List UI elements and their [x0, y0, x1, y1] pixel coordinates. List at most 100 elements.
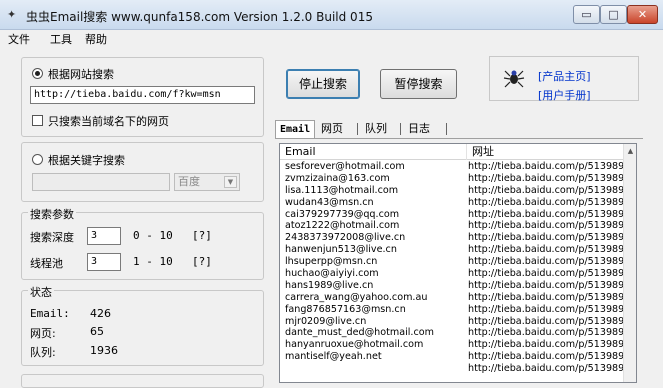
tab-email[interactable]: Email: [275, 120, 316, 138]
url-cell: http://tieba.baidu.com/p/513989: [468, 279, 624, 291]
pause-search-button[interactable]: 暂停搜索: [380, 69, 457, 99]
url-cell: http://tieba.baidu.com/p/513989: [468, 244, 624, 256]
tab-separator: [357, 123, 358, 135]
tab-log[interactable]: 日志: [404, 120, 434, 138]
status-group: 状态 Email: 426 网页: 65 队列: 1936: [21, 284, 264, 366]
email-cell: lhsuperpp@msn.cn: [285, 256, 378, 268]
column-header-url[interactable]: 网址: [467, 144, 624, 160]
menu-file[interactable]: 文件: [8, 31, 30, 47]
product-homepage-link[interactable]: [产品主页]: [538, 68, 591, 84]
threads-input[interactable]: 3: [87, 253, 121, 271]
search-params-title: 搜索参数: [28, 206, 76, 222]
tab-separator: [400, 123, 401, 135]
email-cell: hans1989@live.cn: [285, 279, 374, 291]
domain-only-label: 只搜索当前域名下的网页: [48, 115, 169, 128]
keyword-input[interactable]: [32, 173, 170, 191]
email-cell: lisa.1113@hotmail.com: [285, 184, 399, 196]
menu-help[interactable]: 帮助: [85, 31, 107, 47]
search-params-group: 搜索参数 搜索深度 3 0 - 10 [?] 线程池 3 1 - 10 [?]: [21, 206, 264, 280]
table-row[interactable]: 2438373972008@live.cn http://tieba.baidu.…: [280, 232, 624, 244]
threads-range: 1 - 10: [133, 255, 173, 268]
column-header-email[interactable]: Email: [280, 144, 467, 160]
search-engine-value: 百度: [178, 175, 200, 188]
bug-icon[interactable]: ✦: [7, 8, 21, 21]
email-count-label: Email:: [30, 307, 70, 320]
table-row[interactable]: lisa.1113@hotmail.com http://tieba.baidu.…: [280, 185, 624, 197]
email-cell: sesforever@hotmail.com: [285, 161, 405, 172]
title-bar: ✦ 虫虫Email搜索 www.qunfa158.com Version 1.2…: [0, 0, 663, 30]
url-cell: http://tieba.baidu.com/p/513989: [468, 256, 624, 268]
tab-webpages[interactable]: 网页: [317, 120, 347, 138]
depth-input[interactable]: 3: [87, 227, 121, 245]
url-cell: http://tieba.baidu.com/p/513989: [468, 268, 624, 280]
tab-underline: [275, 138, 643, 139]
website-search-radio[interactable]: [32, 68, 43, 79]
email-cell: cai379297739@qq.com: [285, 208, 400, 220]
table-row[interactable]: wudan43@msn.cn http://tieba.baidu.com/p/5…: [280, 197, 624, 209]
keyword-search-group: 根据关键字搜索 百度 ▼: [21, 142, 264, 202]
email-cell: wudan43@msn.cn: [285, 196, 374, 208]
stop-search-button[interactable]: 停止搜索: [286, 69, 360, 99]
search-engine-select[interactable]: 百度 ▼: [174, 173, 240, 191]
threads-help-link[interactable]: [?]: [192, 255, 212, 268]
table-row[interactable]: hanwenjun513@live.cn http://tieba.baidu.c…: [280, 244, 624, 256]
window-title: 虫虫Email搜索 www.qunfa158.com Version 1.2.0…: [26, 10, 373, 24]
bottom-group: [21, 374, 264, 388]
status-title: 状态: [28, 284, 54, 300]
email-cell: carrera_wang@yahoo.com.au: [285, 291, 428, 303]
website-search-group: 根据网站搜索 http://tieba.baidu.com/f?kw=msn 只…: [21, 57, 264, 137]
email-cell: zvmzizaina@163.com: [285, 172, 390, 184]
table-row[interactable]: hans1989@live.cn http://tieba.baidu.com/p…: [280, 280, 624, 292]
menu-bar: 文件 工具 帮助: [0, 30, 663, 46]
website-search-label: 根据网站搜索: [48, 68, 114, 81]
keyword-search-label: 根据关键字搜索: [48, 154, 125, 167]
email-cell: huchao@aiyiyi.com: [285, 268, 379, 280]
url-cell: http://tieba.baidu.com/p/513989: [468, 291, 624, 303]
email-count-value: 426: [90, 307, 111, 320]
spider-icon: [503, 70, 525, 88]
table-row[interactable]: lhsuperpp@msn.cn http://tieba.baidu.com/p…: [280, 256, 624, 268]
table-row[interactable]: cai379297739@qq.com http://tieba.baidu.co…: [280, 209, 624, 221]
email-cell: hanwenjun513@live.cn: [285, 244, 397, 256]
url-cell: http://tieba.baidu.com/p/513989: [468, 220, 624, 232]
depth-label: 搜索深度: [30, 231, 74, 244]
table-row[interactable]: zvmzizaina@163.com http://tieba.baidu.com…: [280, 173, 624, 185]
depth-range: 0 - 10: [133, 229, 173, 242]
url-input[interactable]: http://tieba.baidu.com/f?kw=msn: [30, 86, 255, 104]
pages-count-value: 65: [90, 325, 104, 338]
url-cell: http://tieba.baidu.com/p/513989: [468, 161, 624, 172]
queue-count-value: 1936: [90, 344, 118, 357]
tab-queue[interactable]: 队列: [361, 120, 391, 138]
url-cell: http://tieba.baidu.com/p/513989: [468, 208, 624, 220]
table-row[interactable]: atoz1222@hotmail.com http://tieba.baidu.c…: [280, 220, 624, 232]
email-cell: 2438373972008@live.cn: [285, 232, 406, 244]
minimize-button[interactable]: ▭: [573, 5, 600, 24]
email-cell: atoz1222@hotmail.com: [285, 220, 400, 232]
email-cell: hanyanruoxue@hotmail.com: [285, 339, 424, 351]
table-row[interactable]: mjr0209@live.cn http://tieba.baidu.com/p/…: [280, 316, 624, 328]
table-row[interactable]: fang876857163@msn.cn http://tieba.baidu.c…: [280, 304, 624, 316]
url-cell: http://tieba.baidu.com/p/513989: [468, 184, 624, 196]
url-cell: http://tieba.baidu.com/p/513989: [468, 303, 624, 315]
queue-count-label: 队列:: [30, 346, 56, 359]
email-cell: fang876857163@msn.cn: [285, 303, 406, 315]
keyword-search-radio[interactable]: [32, 154, 43, 165]
scroll-up-icon[interactable]: ▲: [624, 144, 636, 158]
table-row[interactable]: carrera_wang@yahoo.com.au http://tieba.ba…: [280, 292, 624, 304]
table-row[interactable]: sesforever@hotmail.com http://tieba.baidu…: [280, 161, 624, 173]
close-button[interactable]: ✕: [627, 5, 658, 24]
pages-count-label: 网页:: [30, 327, 56, 340]
menu-tools[interactable]: 工具: [50, 31, 72, 47]
table-row[interactable]: huchao@aiyiyi.com http://tieba.baidu.com/…: [280, 268, 624, 280]
url-cell: http://tieba.baidu.com/p/513989: [468, 196, 624, 208]
depth-help-link[interactable]: [?]: [192, 229, 212, 242]
threads-label: 线程池: [30, 257, 63, 270]
email-cell: mantiself@yeah.net: [285, 351, 382, 363]
url-cell: http://tieba.baidu.com/p/513989: [468, 232, 624, 244]
domain-only-checkbox[interactable]: [32, 115, 43, 126]
watermark: [554, 322, 663, 386]
maximize-button[interactable]: □: [600, 5, 627, 24]
product-links-box: [产品主页] [用户手册]: [489, 56, 639, 103]
email-cell: dante_must_ded@hotmail.com: [285, 327, 434, 339]
user-manual-link[interactable]: [用户手册]: [538, 87, 591, 103]
